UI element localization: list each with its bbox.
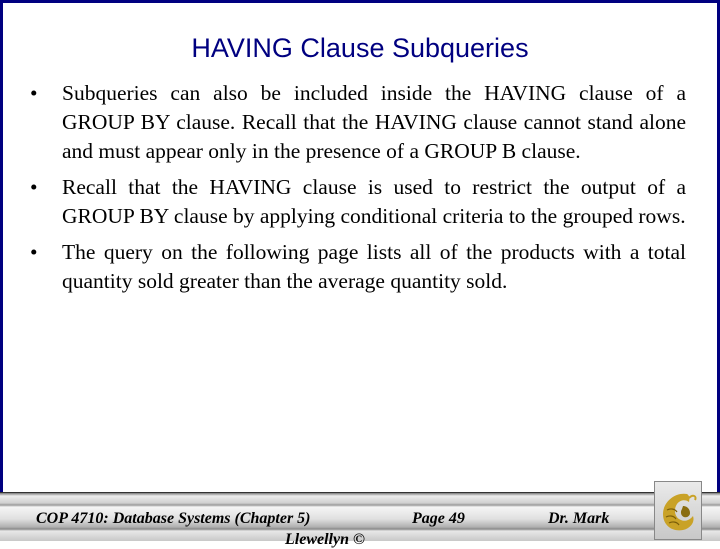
bullet-text: The query on the following page lists al…: [62, 240, 686, 293]
bullet-icon: •: [30, 81, 38, 105]
logo-box: [654, 481, 702, 540]
bullet-item: • Recall that the HAVING clause is used …: [30, 173, 686, 231]
bullet-icon: •: [30, 240, 38, 264]
bullet-icon: •: [30, 175, 38, 199]
bullet-item: • Subqueries can also be included inside…: [30, 79, 686, 166]
footer-page: Page 49: [412, 510, 465, 527]
footer-course: COP 4710: Database Systems (Chapter 5): [36, 510, 311, 527]
bullet-item: • The query on the following page lists …: [30, 238, 686, 296]
footer-author-continued: Llewellyn ©: [285, 531, 365, 548]
bullet-text: Recall that the HAVING clause is used to…: [62, 175, 686, 228]
slide-title: HAVING Clause Subqueries: [191, 33, 529, 63]
footer-bar: COP 4710: Database Systems (Chapter 5) P…: [0, 492, 720, 548]
bullet-text: Subqueries can also be included inside t…: [62, 81, 686, 163]
footer-author: Dr. Mark: [548, 510, 610, 527]
ucf-pegasus-logo-icon: [663, 493, 697, 531]
slide: HAVING Clause Subqueries • Subqueries ca…: [0, 0, 720, 540]
slide-body: • Subqueries can also be included inside…: [30, 79, 686, 303]
